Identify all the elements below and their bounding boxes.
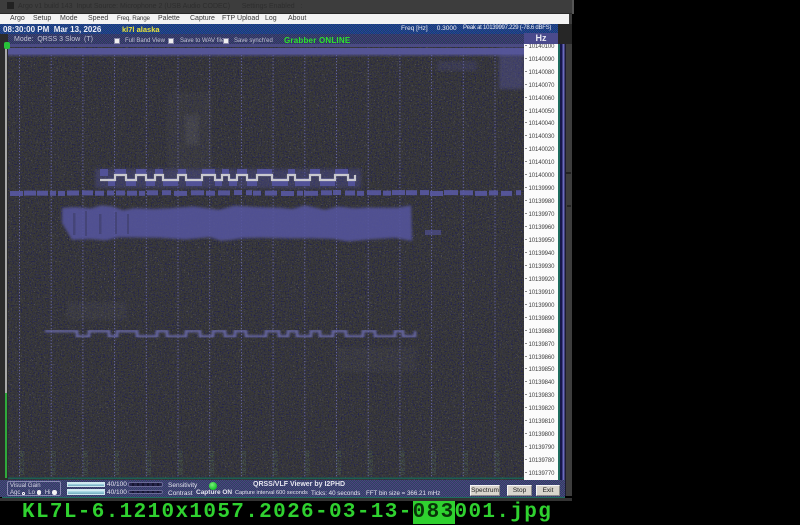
svg-text:08:22:40: 08:22:40 — [114, 450, 121, 475]
svg-text:08:26:40: 08:26:40 — [304, 450, 311, 475]
svg-text:08:24:40: 08:24:40 — [209, 450, 216, 475]
svg-text:08:27:20: 08:27:20 — [336, 450, 343, 475]
svg-text:08:24:00: 08:24:00 — [178, 450, 185, 475]
svg-text:08:28:40: 08:28:40 — [399, 450, 406, 475]
svg-text:08:20:40: 08:20:40 — [19, 450, 26, 475]
svg-text:08:28:00: 08:28:00 — [368, 450, 375, 475]
svg-text:08:30:00: 08:30:00 — [463, 450, 470, 475]
svg-text:08:26:00: 08:26:00 — [273, 450, 280, 475]
svg-text:08:23:20: 08:23:20 — [146, 450, 153, 475]
svg-text:08:30:40: 08:30:40 — [495, 450, 502, 475]
svg-text:08:29:20: 08:29:20 — [431, 450, 438, 475]
svg-text:08:21:20: 08:21:20 — [51, 450, 58, 475]
svg-text:08:22:00: 08:22:00 — [82, 450, 89, 475]
svg-text:08:25:20: 08:25:20 — [241, 450, 248, 475]
